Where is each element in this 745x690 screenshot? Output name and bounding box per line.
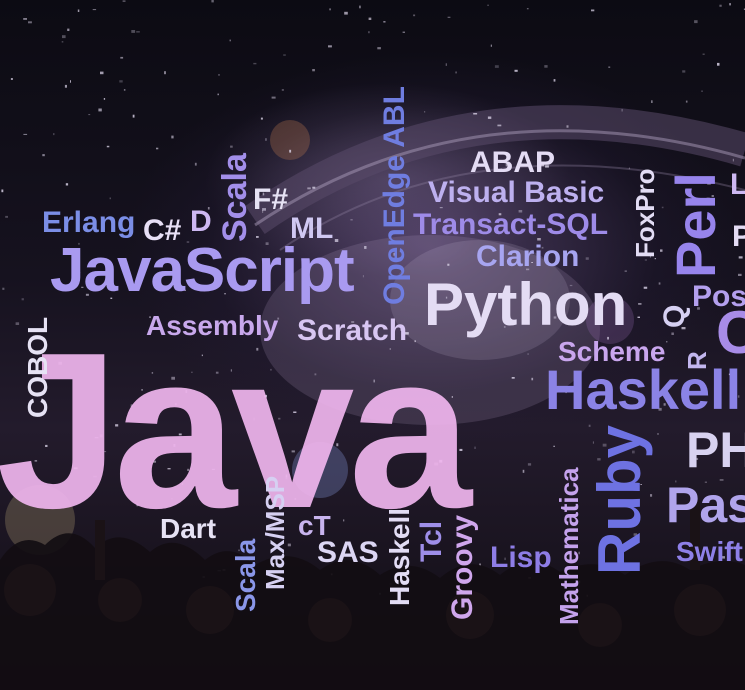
word-mathematica: Mathematica xyxy=(554,467,584,626)
word-c-fragment: C xyxy=(716,299,745,366)
word-ml: ML xyxy=(290,212,334,245)
word-visual-basic: Visual Basic xyxy=(428,176,605,209)
word-q: Q xyxy=(658,304,691,328)
word-clarion: Clarion xyxy=(476,240,580,273)
word-scheme: Scheme xyxy=(558,336,666,367)
word-d: D xyxy=(190,205,212,238)
word-sas: SAS xyxy=(317,536,379,569)
word-assembly: Assembly xyxy=(146,310,279,341)
word-cobol: COBOL xyxy=(22,316,53,418)
word-openedge-abl: OpenEdge ABL xyxy=(378,86,411,305)
word-fsharp: F# xyxy=(253,183,289,216)
word-pas-fragment: Pas xyxy=(666,477,745,533)
word-max-msp: Max/MSP xyxy=(260,475,290,590)
word-javascript: JavaScript xyxy=(50,236,355,305)
word-perl: Perl xyxy=(664,172,727,278)
word-haskell-right: Haskell xyxy=(545,358,742,421)
word-erlang: Erlang xyxy=(42,206,136,239)
word-foxpro: FoxPro xyxy=(630,168,660,258)
word-r: R xyxy=(682,351,712,370)
word-python: Python xyxy=(424,271,628,338)
word-ph-fragment: PH xyxy=(686,422,745,478)
word-l-fragment: L xyxy=(730,168,745,201)
word-ct: cT xyxy=(298,510,331,541)
word-groovy: Groovy xyxy=(446,514,479,620)
word-csharp: C# xyxy=(143,214,182,247)
word-ruby: Ruby xyxy=(586,425,653,575)
word-transact-sql: Transact-SQL xyxy=(413,208,609,241)
word-lisp: Lisp xyxy=(490,541,552,574)
word-haskell-bottom: Haskell xyxy=(384,507,415,606)
word-tcl: Tcl xyxy=(415,520,448,562)
word-scratch: Scratch xyxy=(297,314,408,347)
word-abap: ABAP xyxy=(470,146,556,179)
word-scala-top: Scala xyxy=(216,153,254,242)
word-dart: Dart xyxy=(160,513,217,544)
word-p-fragment: P xyxy=(732,220,745,253)
photo-scene: Java JavaScript Python Haskell Erlang C#… xyxy=(0,0,745,690)
word-swift: Swift xyxy=(676,536,743,567)
word-scala-bottom: Scala xyxy=(230,538,261,612)
